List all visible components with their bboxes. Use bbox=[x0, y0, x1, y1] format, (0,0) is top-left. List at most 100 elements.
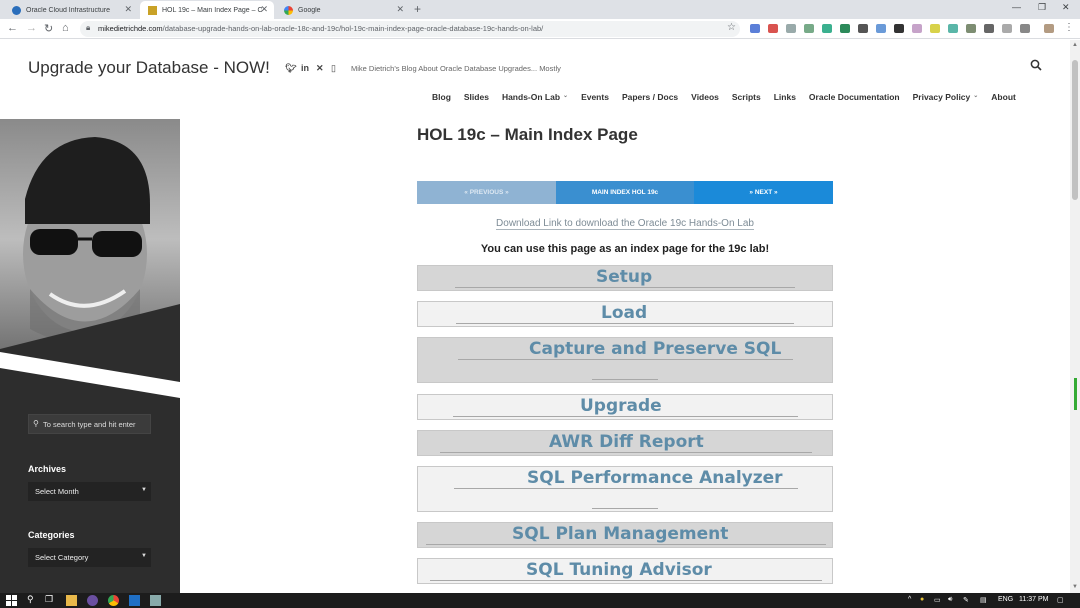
nav-hands-on-lab[interactable]: Hands-On Lab bbox=[502, 92, 560, 102]
pager: « PREVIOUS » MAIN INDEX HOL 19c » NEXT » bbox=[417, 181, 833, 204]
nav-privacy-policy[interactable]: Privacy Policy bbox=[913, 92, 971, 102]
network-icon[interactable]: ▭ bbox=[934, 596, 941, 604]
section-link-load[interactable]: Load bbox=[417, 301, 833, 327]
archives-heading: Archives bbox=[28, 464, 67, 474]
linkedin-icon[interactable]: in bbox=[301, 63, 309, 73]
site-favicon-icon bbox=[148, 5, 157, 15]
twitter-icon[interactable]: 🐦︎ bbox=[285, 63, 296, 74]
intro-text: You can use this page as an index page f… bbox=[480, 243, 770, 255]
file-explorer-icon[interactable] bbox=[66, 595, 77, 606]
new-tab-icon[interactable]: + bbox=[414, 2, 421, 16]
section-link-upgrade[interactable]: Upgrade bbox=[417, 394, 833, 420]
back-icon[interactable]: ← bbox=[7, 22, 18, 34]
volume-icon[interactable]: 🔊︎ bbox=[948, 596, 952, 604]
extension-icon[interactable] bbox=[858, 24, 868, 33]
nav-slides[interactable]: Slides bbox=[464, 92, 489, 102]
browser-tab-strip: Oracle Cloud Infrastructure ✕ HOL 19c – … bbox=[0, 0, 1080, 19]
tab-google[interactable]: Google ✕ bbox=[276, 1, 410, 19]
menu-kebab-icon[interactable]: ⋮ bbox=[1064, 22, 1074, 33]
scrollbar-thumb[interactable] bbox=[1072, 60, 1078, 200]
app-icon[interactable] bbox=[129, 595, 140, 606]
sidebar-search-input[interactable]: ⚲ To search type and hit enter bbox=[28, 414, 151, 434]
previous-button[interactable]: « PREVIOUS » bbox=[417, 181, 556, 204]
taskbar-search-icon[interactable]: ⚲ bbox=[27, 594, 34, 605]
lock-icon: 🔒︎ bbox=[86, 23, 91, 32]
tray-app-icon[interactable]: ● bbox=[920, 596, 924, 603]
search-icon[interactable] bbox=[1030, 59, 1042, 71]
page-scrollbar[interactable]: ▲ ▼ bbox=[1070, 40, 1080, 593]
profile-avatar[interactable] bbox=[1044, 24, 1054, 33]
extension-icon[interactable] bbox=[1002, 24, 1012, 33]
chrome-icon[interactable] bbox=[108, 595, 119, 606]
nav-scripts[interactable]: Scripts bbox=[732, 92, 761, 102]
tray-chevron-icon[interactable]: ^ bbox=[908, 596, 911, 603]
close-window-icon[interactable]: ✕ bbox=[1062, 2, 1070, 13]
nav-papers-docs[interactable]: Papers / Docs bbox=[622, 92, 678, 102]
nav-videos[interactable]: Videos bbox=[691, 92, 719, 102]
section-link-sql-performance-analyzer[interactable]: SQL Performance Analyzer bbox=[417, 466, 833, 512]
extension-icon[interactable] bbox=[786, 24, 796, 33]
close-tab-icon[interactable]: ✕ bbox=[260, 4, 268, 15]
pen-icon[interactable]: ✎ bbox=[963, 596, 969, 604]
categories-select[interactable]: Select Category ▼ bbox=[28, 548, 151, 567]
minimize-icon[interactable]: — bbox=[1012, 2, 1021, 12]
reload-icon[interactable]: ↻ bbox=[44, 22, 53, 35]
extension-icon[interactable] bbox=[966, 24, 976, 33]
address-bar[interactable]: 🔒︎ mikedietrichde.com/database-upgrade-h… bbox=[80, 21, 740, 37]
home-icon[interactable]: ⌂ bbox=[62, 22, 69, 34]
extension-icon[interactable] bbox=[930, 24, 940, 33]
nav-oracle-documentation[interactable]: Oracle Documentation bbox=[809, 92, 900, 102]
extension-icon[interactable] bbox=[984, 24, 994, 33]
caret-down-icon: ▼ bbox=[141, 553, 147, 559]
extension-icon[interactable] bbox=[750, 24, 760, 33]
download-link[interactable]: Download Link to download the Oracle 19c… bbox=[496, 218, 754, 230]
restore-icon[interactable]: ❐ bbox=[1038, 2, 1046, 13]
notifications-icon[interactable]: ▢ bbox=[1057, 596, 1064, 604]
tab-oracle-cloud[interactable]: Oracle Cloud Infrastructure ✕ bbox=[4, 1, 138, 19]
language-indicator[interactable]: ENG bbox=[998, 596, 1013, 603]
url-path: /database-upgrade-hands-on-lab-oracle-18… bbox=[162, 24, 544, 33]
rss-icon[interactable]: ▯ bbox=[331, 63, 336, 74]
keyboard-icon[interactable]: ▤ bbox=[980, 596, 987, 604]
main-index-button[interactable]: MAIN INDEX HOL 19c bbox=[556, 181, 694, 204]
clock[interactable]: 11:37 PM bbox=[1019, 596, 1048, 603]
section-link-sql-tuning-advisor[interactable]: SQL Tuning Advisor bbox=[417, 558, 833, 584]
windows-taskbar: ⚲ ❐ ^ ● ▭ 🔊︎ ✎ ▤ ENG 11:37 PM ▢ bbox=[0, 593, 1080, 608]
extension-icon[interactable] bbox=[804, 24, 814, 33]
nav-links[interactable]: Links bbox=[774, 92, 796, 102]
section-link-setup[interactable]: Setup bbox=[417, 265, 833, 291]
scroll-up-icon[interactable]: ▲ bbox=[1072, 42, 1078, 48]
section-link-sql-plan-management[interactable]: SQL Plan Management bbox=[417, 522, 833, 548]
extension-icon[interactable] bbox=[768, 24, 778, 33]
url-host: mikedietrichde.com bbox=[98, 24, 163, 33]
next-button[interactable]: » NEXT » bbox=[694, 181, 833, 204]
archives-select[interactable]: Select Month ▼ bbox=[28, 482, 151, 501]
site-title[interactable]: Upgrade your Database - NOW! bbox=[28, 58, 270, 78]
windows-start-icon[interactable] bbox=[6, 595, 17, 606]
tab-hol-19c[interactable]: HOL 19c – Main Index Page – Ora ✕ bbox=[140, 1, 274, 19]
nav-events[interactable]: Events bbox=[581, 92, 609, 102]
extension-icon[interactable] bbox=[948, 24, 958, 33]
extension-icon[interactable] bbox=[876, 24, 886, 33]
xing-icon[interactable]: ✕ bbox=[316, 63, 324, 74]
extension-icon[interactable] bbox=[912, 24, 922, 33]
app-icon[interactable] bbox=[87, 595, 98, 606]
bookmark-star-icon[interactable]: ☆ bbox=[727, 22, 736, 33]
extension-icon[interactable] bbox=[894, 24, 904, 33]
task-view-icon[interactable]: ❐ bbox=[45, 594, 53, 605]
site-tagline: Mike Dietrich's Blog About Oracle Databa… bbox=[351, 64, 561, 73]
app-icon[interactable] bbox=[150, 595, 161, 606]
close-tab-icon[interactable]: ✕ bbox=[124, 4, 132, 15]
extension-icon[interactable] bbox=[1020, 24, 1030, 33]
close-tab-icon[interactable]: ✕ bbox=[396, 4, 404, 15]
scroll-marker bbox=[1074, 378, 1077, 410]
scroll-down-icon[interactable]: ▼ bbox=[1072, 584, 1078, 590]
section-link-capture-preserve-sql[interactable]: Capture and Preserve SQL bbox=[417, 337, 833, 383]
nav-blog[interactable]: Blog bbox=[432, 92, 451, 102]
nav-about[interactable]: About bbox=[991, 92, 1016, 102]
section-link-awr-diff-report[interactable]: AWR Diff Report bbox=[417, 430, 833, 456]
extension-icon[interactable] bbox=[840, 24, 850, 33]
extension-icon[interactable] bbox=[822, 24, 832, 33]
forward-icon[interactable]: → bbox=[26, 22, 37, 34]
chevron-down-icon: ⌄ bbox=[973, 93, 979, 99]
